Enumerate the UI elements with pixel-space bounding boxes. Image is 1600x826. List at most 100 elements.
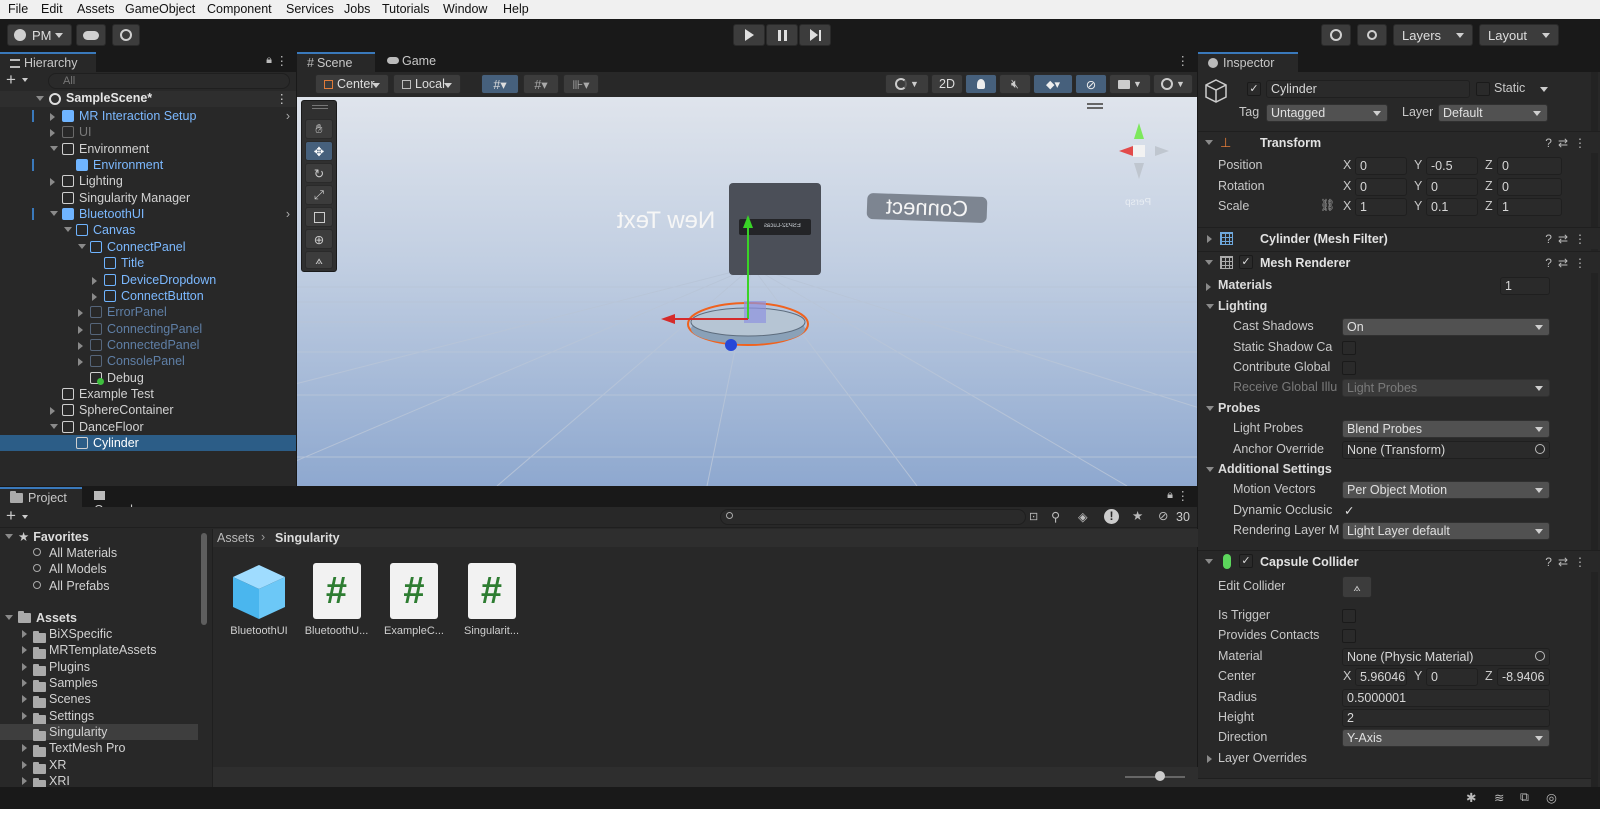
- hierarchy-item[interactable]: ConnectingPanel: [0, 321, 296, 337]
- collapse-icon[interactable]: [50, 211, 58, 217]
- position-x-field[interactable]: 0: [1355, 157, 1407, 175]
- hierarchy-item[interactable]: Environment: [0, 141, 296, 157]
- expand-icon[interactable]: [22, 777, 27, 786]
- project-search-input[interactable]: [720, 509, 1026, 525]
- scale-y-field[interactable]: 0.1: [1426, 198, 1478, 216]
- space-dropdown[interactable]: Local: [393, 74, 461, 94]
- lock-icon[interactable]: 🔒︎: [1167, 489, 1173, 502]
- expand-icon[interactable]: [50, 178, 55, 187]
- collab-button[interactable]: [112, 24, 140, 46]
- layers-dropdown[interactable]: Layers: [1393, 24, 1473, 46]
- rotate-tool-button[interactable]: ↻: [305, 163, 333, 183]
- cache-icon[interactable]: ≋: [1494, 790, 1504, 805]
- light-probes-dropdown[interactable]: Blend Probes: [1342, 420, 1550, 438]
- capsule-collider-header[interactable]: ✓ Capsule Collider ?⇄⋮: [1198, 550, 1600, 572]
- open-prefab-icon[interactable]: ›: [286, 108, 290, 124]
- cloud-button[interactable]: [76, 24, 106, 46]
- center-z-field[interactable]: -8.9406: [1497, 668, 1550, 686]
- cast-shadows-dropdown[interactable]: On: [1342, 318, 1550, 336]
- hierarchy-item[interactable]: Canvas: [0, 222, 296, 238]
- search-button[interactable]: [1357, 24, 1387, 46]
- collapse-icon[interactable]: [64, 227, 72, 233]
- hierarchy-item[interactable]: ConnectPanel: [0, 239, 296, 255]
- folder-item[interactable]: Singularity: [0, 724, 198, 742]
- add-icon[interactable]: +: [6, 70, 16, 90]
- scale-z-field[interactable]: 1: [1497, 198, 1562, 216]
- hierarchy-item[interactable]: ConsolePanel: [0, 353, 296, 369]
- hierarchy-item[interactable]: Cylinder: [0, 435, 296, 451]
- create-dropdown-icon[interactable]: [22, 515, 28, 519]
- contribute-gi-checkbox[interactable]: [1342, 361, 1356, 375]
- favorite-item[interactable]: All Prefabs: [0, 578, 198, 594]
- layout-dropdown[interactable]: Layout: [1479, 24, 1559, 46]
- audio-toggle-button[interactable]: 🔇︎: [999, 74, 1031, 94]
- gizmos-button[interactable]: ▼: [1153, 74, 1193, 94]
- folder-item[interactable]: TextMesh Pro: [0, 740, 198, 758]
- hierarchy-item[interactable]: UI: [0, 124, 296, 140]
- expand-icon[interactable]: [50, 113, 55, 121]
- expand-icon[interactable]: [1207, 235, 1212, 243]
- favorite-icon[interactable]: ★: [1132, 508, 1143, 523]
- menu-jobs[interactable]: Jobs: [344, 2, 370, 16]
- move-tool-button[interactable]: ✥: [305, 141, 333, 161]
- trigger-checkbox[interactable]: [1342, 609, 1356, 623]
- folder-item[interactable]: Scenes: [0, 691, 198, 709]
- expand-icon[interactable]: [50, 407, 55, 416]
- transform-tool-button[interactable]: ⊕: [305, 229, 333, 249]
- expand-icon[interactable]: [78, 309, 83, 318]
- notifications-icon[interactable]: ◎: [1546, 790, 1557, 805]
- rotation-z-field[interactable]: 0: [1497, 177, 1562, 196]
- hierarchy-item[interactable]: DanceFloor: [0, 419, 296, 435]
- overlay-grip[interactable]: [312, 105, 328, 109]
- expand-icon[interactable]: [1206, 283, 1211, 291]
- component-icons[interactable]: ?⇄⋮: [1545, 232, 1592, 246]
- transform-header[interactable]: ⊥ Transform ?⇄⋮: [1198, 131, 1600, 153]
- expand-icon[interactable]: [92, 292, 97, 301]
- hierarchy-item[interactable]: Lighting: [0, 173, 296, 189]
- mesh-filter-header[interactable]: Cylinder (Mesh Filter) ?⇄⋮: [1198, 227, 1600, 249]
- more-icon[interactable]: ⋮: [1177, 488, 1190, 503]
- warning-filter-icon[interactable]: !: [1104, 509, 1119, 524]
- rendering-layer-dropdown[interactable]: Light Layer default: [1342, 522, 1550, 540]
- rotation-y-field[interactable]: 0: [1426, 177, 1478, 196]
- inspector-scrollbar[interactable]: [1591, 72, 1598, 787]
- static-dropdown-icon[interactable]: [1540, 87, 1548, 92]
- pause-button[interactable]: [766, 24, 798, 46]
- motion-dropdown[interactable]: Per Object Motion: [1342, 481, 1550, 499]
- contacts-checkbox[interactable]: [1342, 629, 1356, 643]
- hierarchy-search-input[interactable]: All: [48, 73, 290, 89]
- breadcrumb-singularity[interactable]: Singularity: [275, 531, 340, 545]
- expand-icon[interactable]: [92, 276, 97, 285]
- hierarchy-item[interactable]: ConnectButton: [0, 288, 296, 304]
- favorites-row[interactable]: ★ Favorites: [0, 529, 198, 545]
- menu-window[interactable]: Window: [443, 2, 487, 16]
- active-checkbox[interactable]: ✓: [1247, 82, 1261, 96]
- collapse-icon[interactable]: [36, 96, 44, 101]
- folder-item[interactable]: BiXSpecific: [0, 626, 198, 643]
- folder-item[interactable]: XR: [0, 757, 198, 774]
- rotation-x-field[interactable]: 0: [1355, 177, 1407, 196]
- hierarchy-item[interactable]: Environment: [0, 157, 296, 173]
- breadcrumb-assets[interactable]: Assets: [217, 531, 255, 545]
- mesh-renderer-header[interactable]: ✓ Mesh Renderer ?⇄⋮: [1198, 251, 1600, 273]
- radius-field[interactable]: 0.5000001: [1342, 689, 1550, 707]
- expand-icon[interactable]: [22, 760, 27, 769]
- link-icon[interactable]: ⛓: [1320, 198, 1335, 212]
- menu-help[interactable]: Help: [503, 2, 529, 16]
- object-picker-icon[interactable]: [1535, 651, 1545, 661]
- search-mode-icon[interactable]: ⊡: [1029, 510, 1038, 523]
- hierarchy-item[interactable]: ConnectedPanel: [0, 337, 296, 353]
- hierarchy-item[interactable]: SphereContainer: [0, 402, 296, 418]
- open-prefab-icon[interactable]: ›: [286, 206, 290, 222]
- hierarchy-item[interactable]: Example Test: [0, 386, 296, 402]
- increment-snap-button[interactable]: #▾: [523, 74, 559, 94]
- menu-assets[interactable]: Assets: [77, 2, 115, 16]
- folder-item[interactable]: Plugins: [0, 659, 198, 676]
- component-icons[interactable]: ?⇄⋮: [1545, 136, 1592, 150]
- tab-game[interactable]: Game: [377, 52, 447, 72]
- hierarchy-item[interactable]: Singularity Manager: [0, 190, 296, 206]
- physic-material-field[interactable]: None (Physic Material): [1342, 648, 1550, 666]
- hidden-packages-icon[interactable]: ⊘: [1158, 508, 1168, 523]
- position-y-field[interactable]: -0.5: [1426, 157, 1478, 175]
- menu-edit[interactable]: Edit: [41, 2, 63, 16]
